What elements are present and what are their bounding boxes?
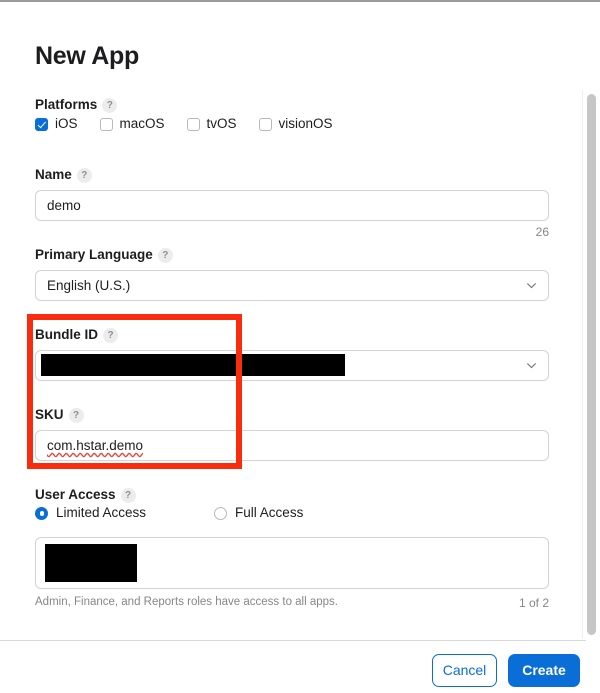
- radio-full-access[interactable]: Full Access: [214, 506, 303, 520]
- bundle-id-label: Bundle ID?: [35, 327, 118, 343]
- primary-language-label-text: Primary Language: [35, 247, 153, 262]
- platform-checkbox-ios[interactable]: iOS: [35, 117, 78, 131]
- checkbox-checked-icon[interactable]: [35, 117, 48, 131]
- checkbox-unchecked-icon[interactable]: [258, 117, 272, 131]
- user-access-label-text: User Access: [35, 487, 116, 502]
- chevron-down-icon: [527, 283, 536, 289]
- sku-value: com.hstar.demo: [47, 438, 144, 453]
- name-label-text: Name: [35, 167, 72, 182]
- name-help-icon[interactable]: ?: [76, 168, 92, 183]
- user-access-helper-text: Admin, Finance, and Reports roles have a…: [35, 596, 338, 608]
- primary-language-label: Primary Language?: [35, 247, 173, 263]
- platform-label-visionos: visionOS: [278, 116, 333, 131]
- name-input[interactable]: demo: [35, 190, 549, 221]
- platform-label-ios: iOS: [55, 116, 78, 131]
- platform-checkbox-macos[interactable]: macOS: [99, 116, 165, 131]
- platform-label-macos: macOS: [119, 116, 165, 131]
- platforms-label: Platforms?: [35, 97, 118, 113]
- form-scroll-area[interactable]: New App Platforms? iOS macOS tvOS vision…: [0, 4, 600, 640]
- page-title: New App: [35, 42, 139, 70]
- sku-label-text: SKU: [35, 407, 64, 422]
- platform-checkbox-visionos[interactable]: visionOS: [258, 116, 333, 131]
- platforms-help-icon[interactable]: ?: [102, 98, 118, 113]
- vertical-scrollbar-thumb[interactable]: [587, 94, 596, 635]
- user-access-radio-group: Limited Access Full Access: [35, 506, 303, 520]
- name-label: Name?: [35, 167, 92, 183]
- primary-language-help-icon[interactable]: ?: [157, 248, 173, 263]
- platform-label-tvos: tvOS: [206, 116, 237, 131]
- radio-label-limited-access: Limited Access: [56, 505, 147, 520]
- cancel-button[interactable]: Cancel: [432, 654, 497, 687]
- primary-language-select[interactable]: English (U.S.): [35, 270, 549, 301]
- user-access-label: User Access?: [35, 487, 136, 503]
- primary-language-value: English (U.S.): [47, 278, 131, 293]
- user-access-pager: 1 of 2: [518, 596, 549, 610]
- name-character-counter: 26: [535, 225, 549, 239]
- bundle-id-help-icon[interactable]: ?: [103, 328, 118, 343]
- radio-limited-access[interactable]: Limited Access: [35, 506, 146, 520]
- bundle-id-label-text: Bundle ID: [35, 327, 98, 342]
- sku-label: SKU?: [35, 407, 84, 423]
- chevron-down-icon: [527, 363, 536, 369]
- user-access-redaction-bar: [45, 544, 137, 582]
- create-button[interactable]: Create: [508, 654, 580, 687]
- user-access-help-icon[interactable]: ?: [120, 488, 136, 503]
- dialog-footer: Cancel Create: [0, 641, 600, 693]
- platform-checkbox-tvos[interactable]: tvOS: [186, 116, 237, 131]
- radio-selected-icon[interactable]: [35, 506, 48, 520]
- platforms-checkbox-group: iOS macOS tvOS visionOS: [35, 117, 355, 131]
- checkbox-unchecked-icon[interactable]: [186, 117, 200, 131]
- checkbox-unchecked-icon[interactable]: [99, 117, 113, 131]
- new-app-dialog: New App Platforms? iOS macOS tvOS vision…: [0, 0, 600, 693]
- platforms-label-text: Platforms: [35, 97, 98, 112]
- radio-unselected-icon[interactable]: [214, 506, 228, 520]
- sku-help-icon[interactable]: ?: [68, 408, 84, 423]
- radio-label-full-access: Full Access: [235, 505, 304, 520]
- sku-input[interactable]: com.hstar.demo: [35, 430, 549, 461]
- bundle-id-redaction-bar: [41, 354, 345, 376]
